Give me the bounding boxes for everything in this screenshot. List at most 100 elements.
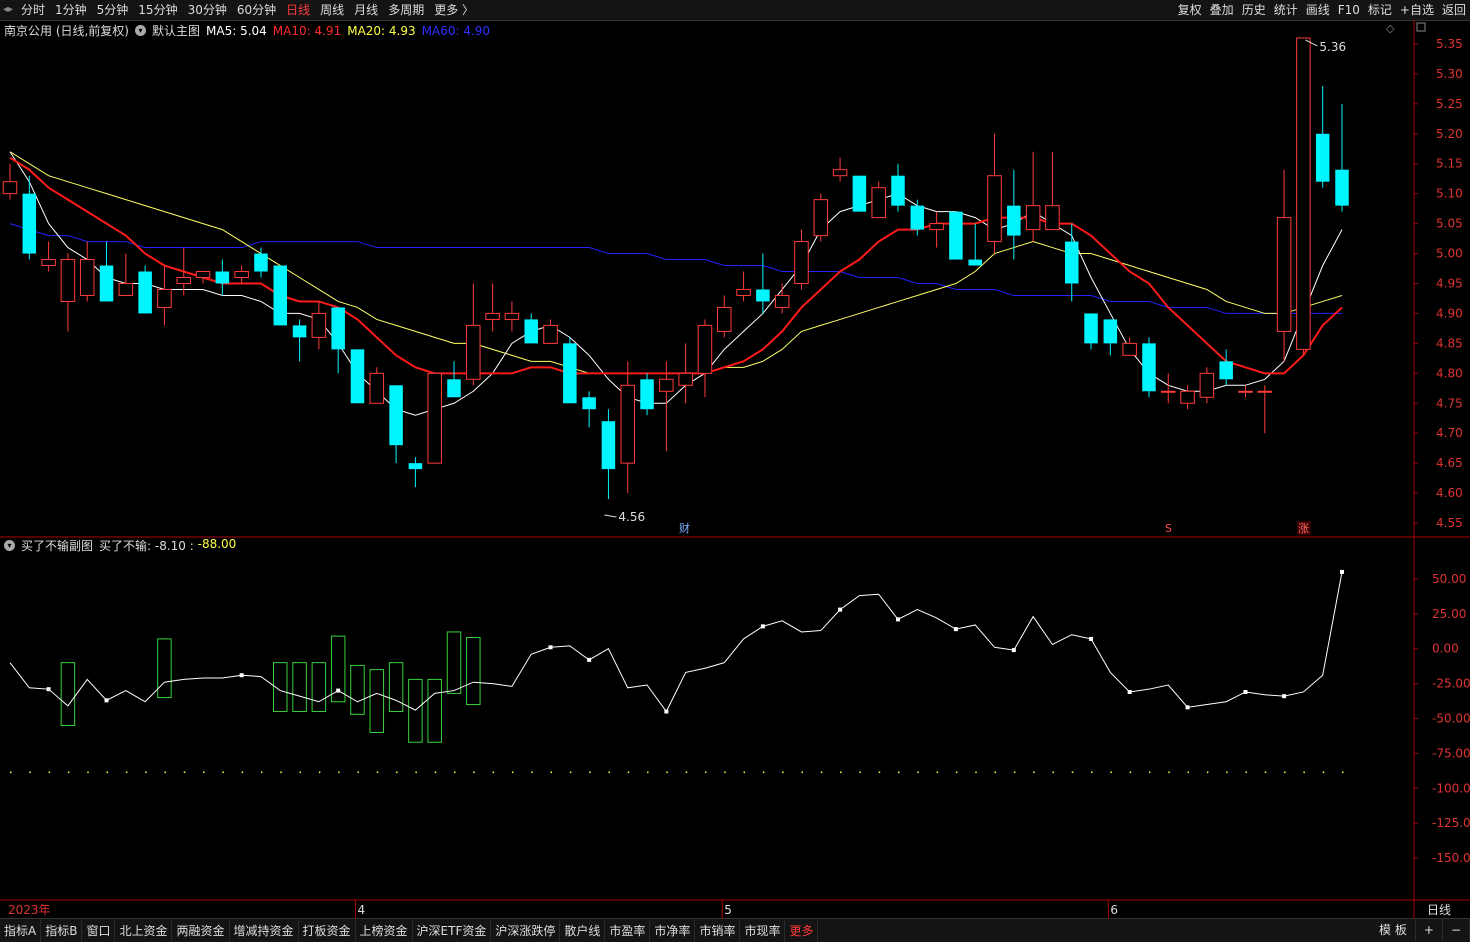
sub-dot: [415, 771, 417, 774]
tool-button-6[interactable]: 标记: [1364, 0, 1396, 20]
period-tab-4[interactable]: 30分钟: [183, 0, 232, 20]
candle-body-up: [1025, 205, 1041, 231]
sub-dot: [1091, 771, 1093, 774]
indicator-tab-14[interactable]: 市现率: [740, 919, 786, 942]
ma10-value: MA10: 4.91: [272, 23, 342, 38]
kline-chart-svg[interactable]: ◇ 5.35 5.30 5.25 5.20 5.15 5.10 5.05 5.00 4.95 4.9…: [0, 20, 1470, 918]
tool-button-4[interactable]: 画线: [1302, 0, 1334, 20]
sub-dot: [222, 771, 224, 774]
sub-indicator-name[interactable]: 买了不输副图: [21, 537, 93, 554]
sub-tick-label: -150.00: [1432, 851, 1470, 865]
sub-dot: [859, 771, 861, 774]
indicator-tab-3[interactable]: 北上资金: [115, 919, 173, 942]
candle-body-down: [408, 463, 423, 470]
indicator-tab-5[interactable]: 增减持资金: [230, 919, 299, 942]
sub-dot: [801, 771, 803, 774]
low-label: 4.56: [618, 510, 645, 524]
template-name[interactable]: 默认主图: [152, 22, 200, 39]
tool-button-5[interactable]: F10: [1334, 0, 1364, 20]
sub-bar: [292, 662, 307, 713]
period-tab-9[interactable]: 多周期: [383, 0, 429, 20]
sub-point: [1089, 636, 1094, 641]
ma20-value: MA20: 4.93: [347, 23, 416, 38]
sub-tick-label: 0.00: [1432, 642, 1459, 656]
candle-body-down: [1103, 319, 1118, 344]
price-tick-label: 4.90: [1436, 306, 1463, 320]
tool-buttons: 复权 叠加 历史 统计 画线 F10 标记 +自选 返回: [1174, 0, 1470, 20]
price-tick-label: 4.65: [1436, 456, 1463, 470]
sub-dot: [569, 771, 572, 774]
candle-body-up: [1276, 217, 1292, 332]
sub-dropdown-icon[interactable]: ▾: [4, 540, 15, 551]
toolbar-grip-icon[interactable]: ◂▸: [0, 0, 16, 20]
sub-dot: [704, 771, 707, 774]
tool-button-7[interactable]: +自选: [1396, 0, 1438, 20]
candle-body-up: [929, 223, 944, 231]
indicator-tab-10[interactable]: 散户线: [560, 919, 606, 942]
zoom-in-button[interactable]: +: [1416, 919, 1443, 941]
sub-dot: [318, 771, 321, 774]
indicator-tab-12[interactable]: 市净率: [650, 919, 696, 942]
candle-body-down: [563, 343, 577, 404]
ma5-value: MA5: 5.04: [206, 23, 267, 38]
template-button[interactable]: 模 板: [1371, 919, 1416, 941]
price-tick-label: 4.55: [1436, 516, 1463, 530]
indicator-tab-6[interactable]: 打板资金: [299, 919, 356, 942]
sub-dot: [454, 771, 456, 774]
period-tab-7[interactable]: 周线: [315, 0, 349, 20]
candle-body-down: [582, 397, 596, 410]
sub-dot: [627, 771, 630, 774]
price-tick-label: 4.95: [1436, 276, 1463, 290]
period-tab-6[interactable]: 日线: [281, 0, 315, 20]
candle-body-down: [254, 253, 268, 272]
tool-button-3[interactable]: 统计: [1270, 0, 1302, 20]
period-tab-10[interactable]: 更多 〉: [429, 0, 479, 20]
sub-bar: [427, 678, 442, 743]
stock-title: 南京公用 (日线,前复权): [4, 24, 129, 38]
candle-body-up: [697, 324, 713, 374]
sub-dot: [1129, 771, 1132, 774]
sub-tick-label: 25.00: [1432, 607, 1466, 621]
period-tab-5[interactable]: 60分钟: [232, 0, 281, 20]
price-tick-label: 4.75: [1436, 396, 1463, 410]
price-tick-label: 5.10: [1436, 187, 1463, 201]
indicator-tab-13[interactable]: 市销率: [695, 919, 741, 942]
indicator-tab-15[interactable]: 更多: [785, 919, 819, 942]
template-dropdown-icon[interactable]: ▾: [135, 25, 146, 36]
zoom-out-button[interactable]: −: [1443, 919, 1470, 941]
price-tick-label: 4.85: [1436, 336, 1463, 350]
tool-button-8[interactable]: 返回: [1438, 0, 1470, 20]
period-tab-3[interactable]: 15分钟: [133, 0, 182, 20]
candle-body-down: [1335, 169, 1349, 206]
price-tick-label: 5.25: [1436, 97, 1463, 111]
ma20-line: [9, 151, 1343, 374]
candle-body-down: [215, 271, 230, 284]
indicator-tab-9[interactable]: 沪深涨跌停: [491, 919, 561, 942]
indicator-tab-0[interactable]: 指标A: [0, 919, 42, 942]
sub-dot: [203, 771, 205, 774]
indicator-tab-2[interactable]: 窗口: [82, 919, 116, 942]
sub-dot: [511, 771, 514, 774]
candle-body-up: [427, 372, 442, 464]
sub-bar: [408, 678, 423, 743]
indicator-tab-4[interactable]: 两融资金: [172, 919, 230, 942]
tool-button-2[interactable]: 历史: [1238, 0, 1270, 20]
period-tab-0[interactable]: 分时: [16, 0, 50, 20]
indicator-tab-7[interactable]: 上榜资金: [356, 919, 413, 942]
bottom-right-buttons: 模 板 + −: [1371, 919, 1470, 941]
period-tab-2[interactable]: 5分钟: [92, 0, 134, 20]
indicator-tab-11[interactable]: 市盈率: [605, 919, 651, 942]
tool-button-1[interactable]: 叠加: [1206, 0, 1238, 20]
indicator-tab-1[interactable]: 指标B: [41, 919, 83, 942]
sub-dot: [955, 771, 958, 774]
period-tab-1[interactable]: 1分钟: [50, 0, 92, 20]
sub-dot: [125, 771, 128, 774]
chart-area[interactable]: ◇ 5.35 5.30 5.25 5.20 5.15 5.10 5.05 5.00 4.95 4.9…: [0, 20, 1470, 918]
tool-button-0[interactable]: 复权: [1174, 0, 1206, 20]
period-tab-8[interactable]: 月线: [349, 0, 383, 20]
sub-dot: [898, 771, 900, 774]
sub-tick-label: -75.00: [1432, 746, 1470, 760]
ma60-line: [9, 223, 1342, 314]
sub-dot: [820, 771, 823, 774]
indicator-tab-8[interactable]: 沪深ETF资金: [413, 919, 492, 942]
